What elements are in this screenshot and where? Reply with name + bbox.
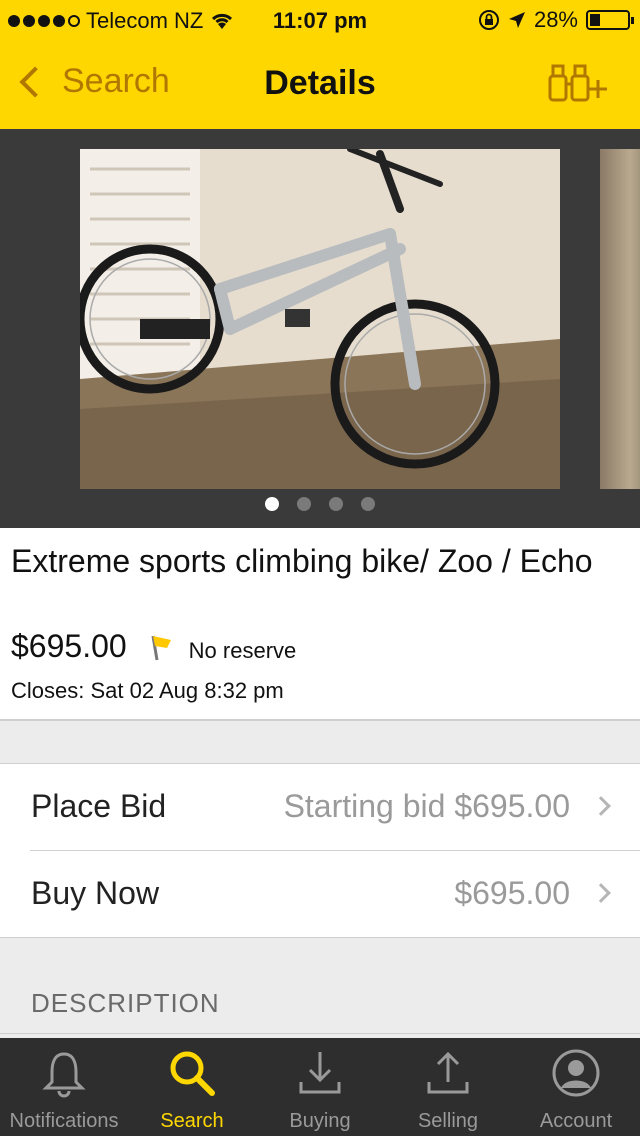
- description-heading: DESCRIPTION: [31, 988, 220, 1018]
- tab-bar: Notifications Search Buying Selling Acco…: [0, 1038, 640, 1136]
- tab-label: Buying: [289, 1110, 351, 1132]
- status-bar: Telecom NZ 11:07 pm 28%: [0, 0, 640, 40]
- back-button-label: Search: [62, 62, 170, 100]
- search-icon: [170, 1051, 215, 1096]
- purchase-actions: Place Bid Starting bid $695.00 Buy Now $…: [0, 763, 640, 938]
- status-right: 28%: [478, 7, 634, 33]
- next-listing-photo[interactable]: [600, 149, 640, 489]
- navigation-bar: Search Details: [0, 40, 640, 129]
- tab-buying[interactable]: Buying: [256, 1038, 384, 1136]
- page-dot: [329, 497, 343, 511]
- chevron-right-icon: [591, 796, 611, 816]
- location-arrow-icon: [508, 12, 525, 28]
- chevron-right-icon: [591, 883, 611, 903]
- upload-icon: [427, 1051, 469, 1094]
- tab-label: Selling: [417, 1110, 479, 1132]
- binoculars-plus-icon[interactable]: [548, 58, 610, 106]
- tab-notifications[interactable]: Notifications: [0, 1038, 128, 1136]
- price-row: $695.00 No reserve: [11, 628, 296, 665]
- bell-icon: [42, 1052, 86, 1098]
- tab-label: Notifications: [9, 1110, 119, 1132]
- tab-search[interactable]: Search: [128, 1038, 256, 1136]
- tab-label: Search: [160, 1110, 224, 1132]
- photo-gallery[interactable]: [0, 129, 640, 528]
- starting-bid-value: Starting bid $695.00: [283, 788, 570, 824]
- listing-info: Extreme sports climbing bike/ Zoo / Echo…: [0, 528, 640, 721]
- buy-now-row[interactable]: Buy Now $695.00: [0, 851, 640, 938]
- page-dot: [265, 497, 279, 511]
- tab-label: Account: [539, 1110, 613, 1132]
- battery-icon: [586, 10, 634, 30]
- buy-now-price: $695.00: [454, 875, 570, 911]
- listing-price: $695.00: [11, 628, 127, 664]
- download-icon: [299, 1052, 341, 1094]
- closing-time: Closes: Sat 02 Aug 8:32 pm: [11, 678, 284, 703]
- listing-photo[interactable]: [80, 149, 560, 489]
- place-bid-row[interactable]: Place Bid Starting bid $695.00: [0, 764, 640, 851]
- tab-selling[interactable]: Selling: [384, 1038, 512, 1136]
- battery-level: [590, 14, 600, 26]
- flag-icon: [151, 635, 171, 660]
- buy-now-label: Buy Now: [31, 875, 160, 911]
- account-icon: [552, 1049, 600, 1097]
- page-dot: [297, 497, 311, 511]
- place-bid-label: Place Bid: [31, 788, 167, 824]
- section-divider: [0, 1033, 640, 1034]
- battery-percent: 28%: [533, 7, 578, 32]
- gallery-page-indicator: [0, 497, 640, 511]
- tab-account[interactable]: Account: [512, 1038, 640, 1136]
- back-button[interactable]: Search: [14, 62, 170, 101]
- listing-title: Extreme sports climbing bike/ Zoo / Echo: [11, 543, 593, 579]
- reserve-status: No reserve: [188, 637, 297, 663]
- bike-photo-image: [80, 149, 560, 489]
- chevron-left-icon: [19, 65, 51, 98]
- rotation-lock-icon: [478, 10, 499, 30]
- page-dot: [361, 497, 375, 511]
